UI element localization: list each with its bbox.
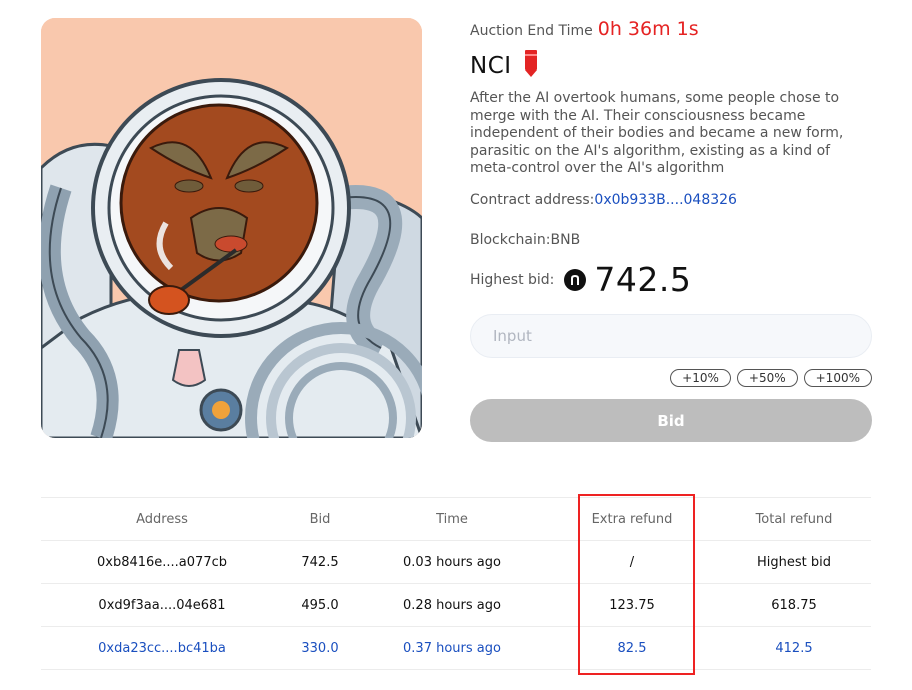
cell-total-refund: Highest bid xyxy=(717,540,871,584)
cell-total-refund: 618.75 xyxy=(717,583,871,627)
bids-table: Address Bid Time Extra refund Total refu… xyxy=(41,497,871,670)
title-row: NCI xyxy=(470,48,872,84)
nft-title: NCI xyxy=(470,53,512,79)
auction-info-panel: Auction End Time 0h 36m 1s NCI After the… xyxy=(470,18,872,442)
blockchain-info: Blockchain:BNB xyxy=(470,232,581,248)
cell-total-refund: 412.5 xyxy=(717,626,871,670)
pencil-icon xyxy=(524,50,538,82)
cell-address: 0xda23cc....bc41ba xyxy=(41,626,283,670)
cell-address: 0xd9f3aa....04e681 xyxy=(41,583,283,627)
nft-description: After the AI overtook humans, some peopl… xyxy=(470,90,844,176)
header-total-refund: Total refund xyxy=(717,497,871,541)
coin-icon xyxy=(564,268,587,291)
bid-increment-buttons: +10% +50% +100% xyxy=(670,369,872,387)
increment-50-button[interactable]: +50% xyxy=(736,369,798,387)
table-row-current-user: 0xda23cc....bc41ba 330.0 0.37 hours ago … xyxy=(41,626,871,670)
header-bid: Bid xyxy=(283,497,357,541)
highest-bid-value: 742.5 xyxy=(594,260,692,299)
cell-bid: 742.5 xyxy=(283,540,357,584)
increment-100-button[interactable]: +100% xyxy=(803,369,872,387)
cell-extra-refund: 123.75 xyxy=(547,583,717,627)
contract-address-label: Contract address: xyxy=(470,192,595,208)
header-address: Address xyxy=(41,497,283,541)
cell-bid: 495.0 xyxy=(283,583,357,627)
nft-artwork xyxy=(41,18,422,438)
table-header-row: Address Bid Time Extra refund Total refu… xyxy=(41,497,871,541)
bid-button[interactable]: Bid xyxy=(470,399,872,442)
cell-bid: 330.0 xyxy=(283,626,357,670)
highest-bid-label: Highest bid: xyxy=(470,271,555,288)
increment-10-button[interactable]: +10% xyxy=(670,369,731,387)
cell-extra-refund: 82.5 xyxy=(547,626,717,670)
auction-end-time-value: 0h 36m 1s xyxy=(597,18,699,40)
cell-extra-refund: / xyxy=(547,540,717,584)
auction-timer: Auction End Time 0h 36m 1s xyxy=(470,18,872,46)
table-row: 0xb8416e....a077cb 742.5 0.03 hours ago … xyxy=(41,540,871,584)
cell-time: 0.28 hours ago xyxy=(357,583,547,627)
header-time: Time xyxy=(357,497,547,541)
cell-time: 0.37 hours ago xyxy=(357,626,547,670)
auction-end-time-label: Auction End Time xyxy=(470,23,593,39)
cell-address: 0xb8416e....a077cb xyxy=(41,540,283,584)
contract-address-link[interactable]: 0x0b933B....048326 xyxy=(594,192,737,208)
contract-address: Contract address:0x0b933B....048326 xyxy=(470,192,737,208)
bid-amount-input[interactable] xyxy=(470,314,872,358)
highest-bid: Highest bid: 742.5 xyxy=(470,260,691,299)
table-row: 0xd9f3aa....04e681 495.0 0.28 hours ago … xyxy=(41,583,871,627)
header-extra-refund: Extra refund xyxy=(547,497,717,541)
cell-time: 0.03 hours ago xyxy=(357,540,547,584)
